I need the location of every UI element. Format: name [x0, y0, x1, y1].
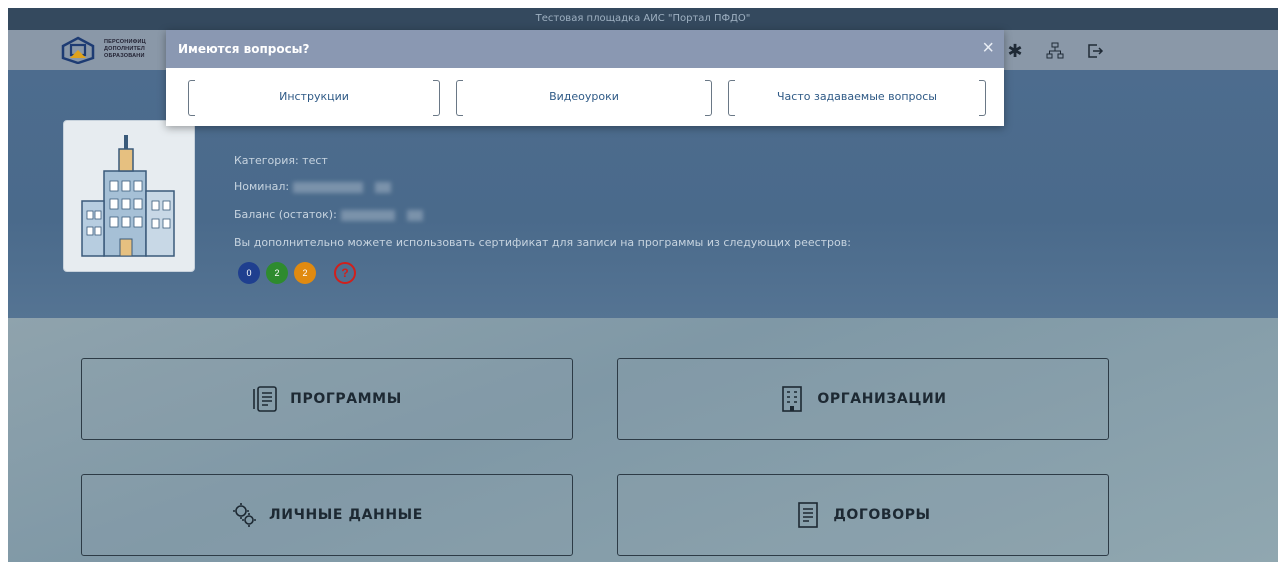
modal-header: Имеются вопросы? × — [166, 30, 1004, 68]
programs-tile[interactable]: ПРОГРАММЫ — [81, 358, 573, 440]
programs-icon — [253, 386, 277, 412]
app-window: Тестовая площадка АИС "Портал ПФДО" ПЕРС… — [8, 8, 1278, 562]
dashboard: ПРОГРАММЫ ОРГАНИЗАЦИИ ЛИЧНЫЕ ДАННЫЕ ДОГО… — [8, 318, 1278, 562]
organizations-tile[interactable]: ОРГАНИЗАЦИИ — [617, 358, 1109, 440]
personal-data-tile[interactable]: ЛИЧНЫЕ ДАННЫЕ — [81, 474, 573, 556]
gears-icon — [233, 503, 257, 527]
building-icon — [81, 135, 175, 257]
instructions-button[interactable]: Инструкции — [188, 80, 440, 116]
personal-data-label: ЛИЧНЫЕ ДАННЫЕ — [269, 507, 423, 523]
contracts-label: ДОГОВОРЫ — [833, 507, 931, 523]
logo-text: ПЕРСОНИФИЦ ДОПОЛНИТЕЛ ОБРАЗОВАНИ — [104, 39, 146, 59]
nominal-label: Номинал: — [234, 180, 290, 193]
registry-badge-green[interactable]: 2 — [266, 262, 288, 284]
asterisk-icon[interactable]: ✱ — [1004, 40, 1026, 62]
nominal-redacted-2 — [375, 181, 392, 193]
test-banner: Тестовая площадка АИС "Портал ПФДО" — [8, 8, 1278, 30]
balance-row: Баланс (остаток): — [234, 208, 423, 221]
balance-label: Баланс (остаток): — [234, 208, 337, 221]
logo-icon — [61, 36, 95, 64]
balance-redacted-2 — [406, 209, 423, 221]
video-lessons-button[interactable]: Видеоуроки — [456, 80, 712, 116]
registry-badge-blue[interactable]: 0 — [238, 262, 260, 284]
programs-label: ПРОГРАММЫ — [290, 391, 402, 407]
building-avatar — [63, 120, 195, 272]
contracts-tile[interactable]: ДОГОВОРЫ — [617, 474, 1109, 556]
contracts-icon — [798, 502, 819, 528]
registry-help-icon[interactable]: ? — [334, 262, 356, 284]
org-chart-icon[interactable] — [1044, 40, 1066, 62]
close-icon[interactable]: × — [982, 36, 994, 60]
category-text: Категория: тест — [234, 154, 328, 167]
balance-redacted — [340, 209, 395, 221]
nominal-redacted — [293, 181, 364, 193]
nominal-row: Номинал: — [234, 180, 392, 193]
test-banner-text: Тестовая площадка АИС "Портал ПФДО" — [535, 13, 751, 24]
registry-badge-orange[interactable]: 2 — [294, 262, 316, 284]
logout-icon[interactable] — [1084, 40, 1106, 62]
organizations-icon — [782, 386, 803, 412]
logo[interactable]: ПЕРСОНИФИЦ ДОПОЛНИТЕЛ ОБРАЗОВАНИ — [60, 36, 170, 64]
faq-button[interactable]: Часто задаваемые вопросы — [728, 80, 986, 116]
help-modal: Имеются вопросы? × Инструкции Видеоуроки… — [166, 30, 1004, 126]
organizations-label: ОРГАНИЗАЦИИ — [817, 391, 947, 407]
modal-title: Имеются вопросы? — [178, 42, 310, 56]
registry-note: Вы дополнительно можете использовать сер… — [234, 236, 851, 249]
